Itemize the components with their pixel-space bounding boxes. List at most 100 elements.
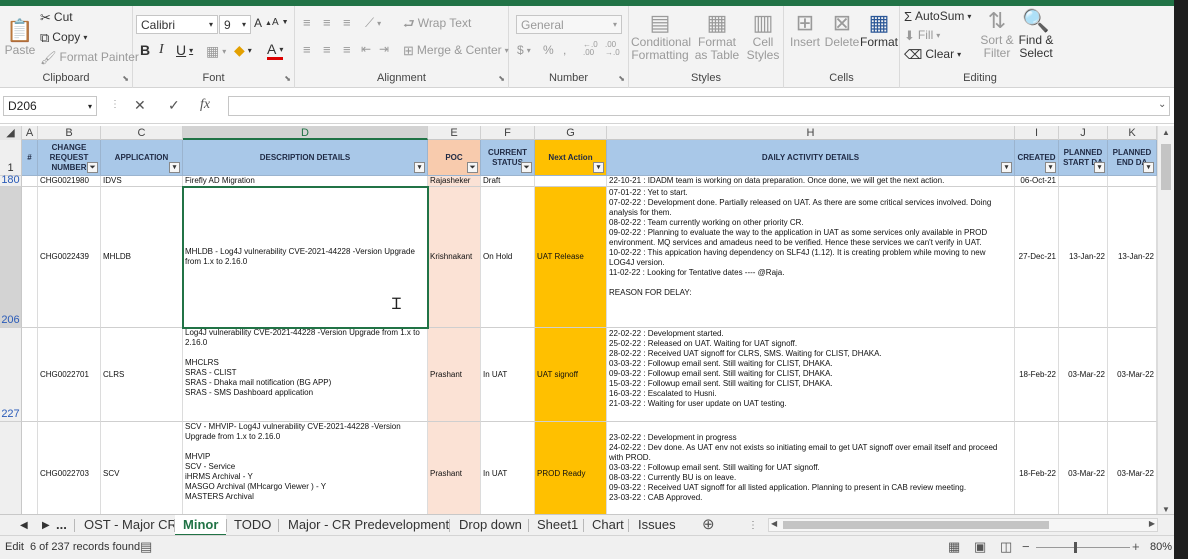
filter-dropdown-icon[interactable]: ▾	[1094, 162, 1105, 173]
format-button[interactable]: ▦ Format	[860, 10, 898, 49]
tab-overflow[interactable]: ...	[48, 515, 75, 536]
conditional-formatting-button[interactable]: ▤ Conditional Formatting	[631, 10, 691, 62]
table-cell-poc[interactable]: Krishnakant	[428, 187, 481, 328]
table-cell-desc[interactable]: SCV - MHVIP- Log4J vulnerability CVE-202…	[183, 422, 428, 516]
tab-major-cr-predevelopment[interactable]: Major - CR Predevelopment	[280, 515, 457, 536]
enter-icon[interactable]: ✓	[168, 97, 180, 114]
horizontal-scrollbar[interactable]: ◀ ▶	[768, 518, 1158, 532]
column-header-j[interactable]: J	[1059, 126, 1108, 140]
table-cell-created[interactable]: 18-Feb-22	[1015, 328, 1059, 422]
column-header-g[interactable]: G	[535, 126, 607, 140]
table-cell-cr[interactable]: CHG0022703	[38, 422, 101, 516]
scroll-up-icon[interactable]: ▲	[1162, 128, 1170, 137]
select-all-corner[interactable]: ◢	[0, 126, 22, 140]
decrease-decimal-icon[interactable]: .00 →.0	[605, 41, 620, 57]
table-cell-poc[interactable]: Rajasheker	[428, 176, 481, 187]
align-middle-icon[interactable]: ≡	[323, 15, 331, 30]
paste-button[interactable]: 📋 Paste	[4, 18, 36, 57]
table-cell-end[interactable]	[1108, 176, 1157, 187]
bold-icon[interactable]: B	[140, 42, 150, 58]
prev-sheet-icon[interactable]: ◀	[12, 516, 36, 537]
grow-font-icon[interactable]: A ▲	[254, 16, 272, 30]
table-cell-daily[interactable]: 23-02-22 : Development in progress 24-02…	[607, 422, 1015, 516]
zoom-in-icon[interactable]: +	[1132, 539, 1140, 554]
row-header-180[interactable]: 180	[0, 175, 22, 187]
add-sheet-icon[interactable]: ⊕	[694, 515, 723, 536]
tab-options-icon[interactable]: ⋮	[740, 516, 766, 537]
table-cell-created[interactable]: 06-Oct-21	[1015, 176, 1059, 187]
table-cell[interactable]	[22, 187, 38, 328]
table-cell-daily[interactable]: 22-10-21 : IDADM team is working on data…	[607, 176, 1015, 187]
decrease-indent-icon[interactable]: ⇤	[361, 42, 371, 56]
currency-icon[interactable]: $ ▾	[517, 43, 531, 57]
clear-button[interactable]: ⌫ Clear ▾	[904, 47, 961, 61]
scrollbar-thumb[interactable]	[1161, 144, 1171, 190]
column-header-c[interactable]: C	[101, 126, 183, 140]
sort-filter-button[interactable]: ⇅ Sort & Filter	[976, 8, 1018, 60]
scroll-left-icon[interactable]: ◀	[771, 519, 777, 528]
underline-icon[interactable]: U ▾	[176, 42, 193, 58]
cell-styles-button[interactable]: ▥ Cell Styles	[745, 10, 781, 62]
column-header-k[interactable]: K	[1108, 126, 1157, 140]
table-cell-app[interactable]: MHLDB	[101, 187, 183, 328]
table-cell-app[interactable]: IDVS	[101, 176, 183, 187]
dialog-launcher-icon[interactable]: ⬊	[122, 74, 129, 83]
align-right-icon[interactable]: ≡	[343, 42, 351, 57]
delete-button[interactable]: ⊠ Delete	[824, 10, 860, 49]
cut-button[interactable]: ✂ Cut	[40, 10, 73, 24]
tab-todo[interactable]: TODO	[226, 515, 279, 536]
increase-decimal-icon[interactable]: ←.0.00	[583, 41, 598, 57]
dialog-launcher-icon[interactable]: ⬊	[284, 74, 291, 83]
filter-dropdown-icon[interactable]: ▾	[1143, 162, 1154, 173]
tab-chart[interactable]: Chart	[584, 515, 632, 536]
page-layout-view-icon[interactable]: ▣	[974, 539, 986, 555]
align-bottom-icon[interactable]: ≡	[343, 15, 351, 30]
table-cell-created[interactable]: 18-Feb-22	[1015, 422, 1059, 516]
table-cell[interactable]	[22, 328, 38, 422]
zoom-slider-thumb[interactable]	[1074, 542, 1077, 553]
column-header-f[interactable]: F	[481, 126, 535, 140]
italic-icon[interactable]: I	[159, 42, 164, 58]
filter-dropdown-icon[interactable]: ▾	[414, 162, 425, 173]
filter-active-icon[interactable]: ⏷	[87, 162, 98, 173]
table-cell-start[interactable]: 13-Jan-22	[1059, 187, 1108, 328]
filter-dropdown-icon[interactable]: ▾	[1001, 162, 1012, 173]
find-select-button[interactable]: 🔍 Find & Select	[1016, 8, 1056, 60]
row-header-1[interactable]: 1	[0, 140, 22, 176]
orientation-icon[interactable]: ⟋ ▾	[365, 15, 381, 31]
table-cell-start[interactable]: 03-Mar-22	[1059, 328, 1108, 422]
macro-record-icon[interactable]: ▤	[140, 539, 152, 555]
increase-indent-icon[interactable]: ⇥	[379, 42, 389, 56]
copy-button[interactable]: ⧉ Copy ▾	[40, 30, 87, 44]
table-cell-status[interactable]: In UAT	[481, 328, 535, 422]
table-cell-end[interactable]: 03-Mar-22	[1108, 328, 1157, 422]
insert-function-icon[interactable]: fx	[200, 97, 210, 113]
fill-color-icon[interactable]: ◆ ▾	[234, 42, 252, 59]
tab-ost-major-cr[interactable]: OST - Major CR	[76, 515, 185, 536]
format-as-table-button[interactable]: ▦ Format as Table	[691, 10, 743, 62]
dialog-launcher-icon[interactable]: ⬊	[618, 74, 625, 83]
table-cell-next[interactable]: UAT Release	[535, 187, 607, 328]
filter-dropdown-icon[interactable]: ▾	[1045, 162, 1056, 173]
expand-formula-icon[interactable]: ⌄	[1158, 99, 1166, 110]
zoom-level[interactable]: 80%	[1150, 541, 1172, 553]
filter-dropdown-icon[interactable]: ▾	[169, 162, 180, 173]
filter-active-icon[interactable]: ⏷	[521, 162, 532, 173]
table-cell[interactable]	[22, 176, 38, 187]
table-cell-desc[interactable]: Log4J vulnerability CVE-2021-44228 -Vers…	[183, 328, 428, 422]
scrollbar-thumb[interactable]	[783, 521, 1049, 529]
table-cell-status[interactable]: In UAT	[481, 422, 535, 516]
autosum-button[interactable]: Σ AutoSum ▾	[904, 9, 971, 23]
wrap-text-button[interactable]: ⮐ Wrap Text	[403, 16, 471, 30]
number-format-select[interactable]: General ▾	[516, 15, 622, 34]
table-cell-created[interactable]: 27-Dec-21	[1015, 187, 1059, 328]
scroll-down-icon[interactable]: ▼	[1162, 505, 1170, 514]
table-cell-cr[interactable]: CHG0021980	[38, 176, 101, 187]
column-header-i[interactable]: I	[1015, 126, 1059, 140]
column-header-a[interactable]: A	[22, 126, 38, 140]
align-top-icon[interactable]: ≡	[303, 15, 311, 30]
formula-input[interactable]	[228, 96, 1170, 116]
table-cell-next[interactable]: UAT signoff	[535, 328, 607, 422]
shrink-font-icon[interactable]: A ▼	[272, 17, 289, 28]
table-cell-poc[interactable]: Prashant	[428, 328, 481, 422]
